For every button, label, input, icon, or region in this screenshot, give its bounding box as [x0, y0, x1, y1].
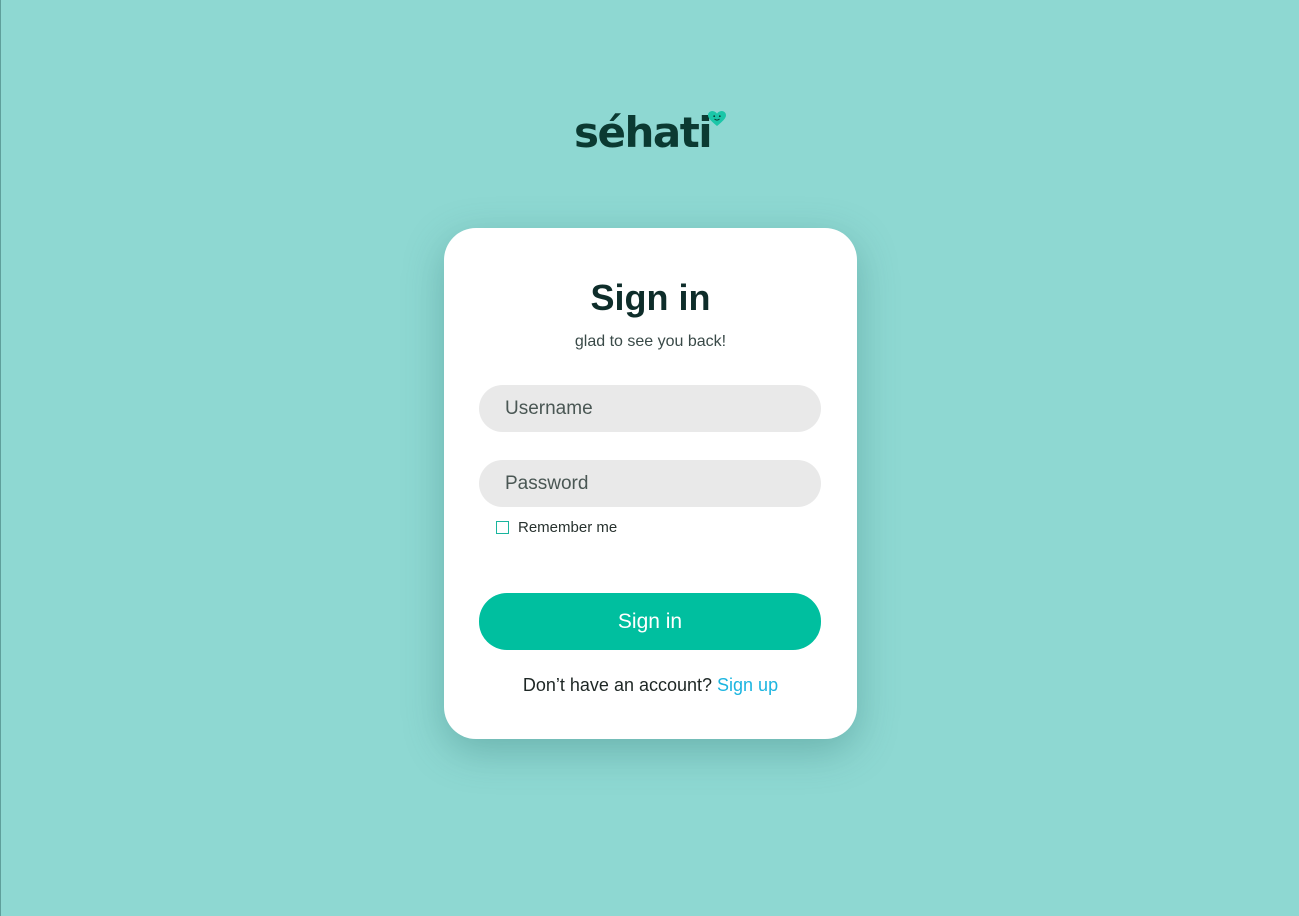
remember-me-label: Remember me: [518, 518, 618, 536]
remember-me[interactable]: Remember me: [496, 518, 617, 536]
card-title: Sign in: [590, 277, 711, 318]
signup-prompt: Don’t have an account? Sign up: [444, 674, 857, 696]
signin-button[interactable]: Sign in: [479, 593, 821, 650]
remember-me-checkbox[interactable]: [496, 520, 509, 534]
username-input[interactable]: [479, 385, 821, 432]
window-edge: [0, 0, 1, 916]
brand-logo: séhati: [574, 108, 734, 158]
signup-prompt-text: Don’t have an account?: [522, 675, 718, 695]
logo-text: séhati: [574, 108, 713, 157]
heart-icon: [708, 111, 726, 126]
password-input[interactable]: [479, 460, 821, 507]
signup-link[interactable]: Sign up: [717, 675, 778, 695]
signin-card: Sign in glad to see you back! Remember m…: [444, 228, 857, 739]
card-subtitle: glad to see you back!: [574, 333, 727, 350]
